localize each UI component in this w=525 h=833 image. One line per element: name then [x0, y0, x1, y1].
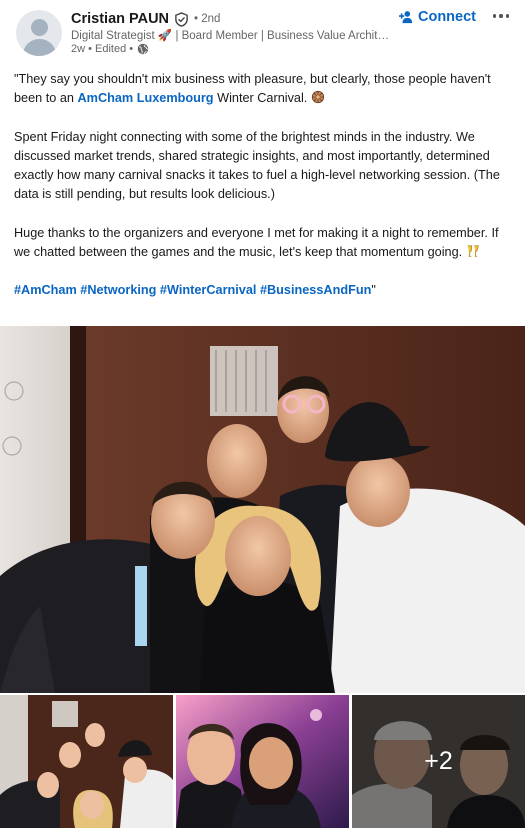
author-name[interactable]: Cristian PAUN: [71, 11, 169, 27]
post-paragraph-1: "They say you shouldn't mix business wit…: [14, 70, 514, 109]
hashtag-links[interactable]: #AmCham #Networking #WinterCarnival #Bus…: [14, 283, 371, 297]
author-name-row: Cristian PAUN • 2nd: [71, 9, 220, 29]
author-avatar[interactable]: [16, 10, 62, 56]
avatar-placeholder-head: [31, 19, 48, 36]
connection-degree: • 2nd: [194, 13, 221, 25]
post-meta: 2w • Edited •: [71, 43, 149, 55]
post-text: ": [371, 283, 376, 298]
champagne-toast-icon: [467, 245, 479, 257]
mention-link[interactable]: AmCham Luxembourg: [78, 91, 214, 105]
avatar-placeholder-body: [23, 39, 56, 56]
post-paragraph-3: Huge thanks to the organizers and everyo…: [14, 224, 514, 263]
globe-icon: [137, 43, 149, 55]
post-text: Huge thanks to the organizers and everyo…: [14, 225, 499, 260]
add-person-icon: [399, 11, 413, 24]
post-body: "They say you shouldn't mix business wit…: [14, 70, 514, 320]
more-photos-overlay[interactable]: +2: [352, 695, 525, 828]
connect-button[interactable]: Connect: [399, 6, 476, 28]
group-photo-thumbnail: [0, 695, 173, 828]
post-text: Winter Carnival.: [213, 91, 311, 106]
post-timestamp: 2w • Edited •: [71, 43, 134, 55]
connect-label: Connect: [418, 9, 476, 25]
more-photos-count: +2: [424, 747, 453, 775]
group-photo-illustration: [0, 326, 525, 693]
verified-shield-icon: [175, 11, 188, 27]
post-paragraph-2: Spent Friday night connecting with some …: [14, 129, 500, 202]
thumbnail-image-2[interactable]: [176, 695, 349, 828]
post-header: Cristian PAUN • 2nd Digital Strategist 🚀…: [0, 0, 525, 60]
more-options-button[interactable]: [490, 8, 512, 24]
post-main-image[interactable]: [0, 326, 525, 693]
selfie-photo-thumbnail: [176, 695, 349, 828]
post-paragraph-4: #AmCham #Networking #WinterCarnival #Bus…: [14, 281, 514, 300]
ellipsis-dot-icon: [499, 14, 503, 18]
thumbnail-image-1[interactable]: [0, 695, 173, 828]
carousel-emoji-icon: [311, 91, 324, 104]
ellipsis-dot-icon: [505, 14, 510, 18]
ellipsis-dot-icon: [492, 14, 497, 18]
thumbnail-image-3[interactable]: +2: [352, 695, 525, 828]
author-headline: Digital Strategist 🚀 | Board Member | Bu…: [71, 30, 391, 42]
image-thumbnails: +2: [0, 695, 525, 833]
